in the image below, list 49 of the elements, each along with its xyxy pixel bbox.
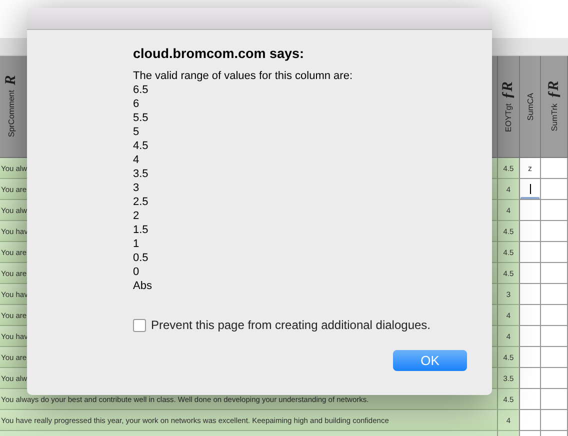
- table-cell: [541, 389, 568, 410]
- range-value: 2.5: [133, 195, 150, 209]
- table-cell[interactable]: [520, 389, 541, 410]
- table-cell[interactable]: [520, 284, 541, 305]
- range-value: 4: [133, 153, 140, 167]
- range-value: Abs: [133, 279, 153, 293]
- table-cell: [541, 284, 568, 305]
- table-cell[interactable]: [520, 410, 541, 431]
- column-label: EOYTgt: [504, 104, 513, 132]
- range-value: 3: [133, 181, 140, 195]
- table-cell: [541, 368, 568, 389]
- table-cell[interactable]: [520, 347, 541, 368]
- table-cell[interactable]: [520, 221, 541, 242]
- range-value: 4.5: [133, 139, 150, 153]
- range-value: 6.5: [133, 83, 150, 97]
- checkbox[interactable]: [133, 318, 146, 332]
- table-cell: [541, 347, 568, 368]
- table-cell: [541, 263, 568, 284]
- table-cell: [541, 200, 568, 221]
- range-value: 6: [133, 97, 140, 111]
- table-cell[interactable]: [520, 263, 541, 284]
- table-cell: [541, 410, 568, 431]
- table-cell: [541, 221, 568, 242]
- range-value: 0.5: [133, 251, 150, 265]
- table-cell[interactable]: z: [520, 158, 541, 179]
- table-cell[interactable]: [520, 200, 541, 221]
- table-cell[interactable]: [520, 368, 541, 389]
- column-marker: R: [3, 75, 20, 86]
- column-label: SumCA: [526, 92, 534, 120]
- table-cell[interactable]: [520, 305, 541, 326]
- range-value: 5: [133, 125, 140, 139]
- table-cell[interactable]: [520, 242, 541, 263]
- range-value: 2: [133, 209, 140, 223]
- table-cell: [541, 305, 568, 326]
- column-label: SprComment: [7, 90, 16, 138]
- column-label: SumTrk: [550, 104, 558, 132]
- range-value: 3.5: [133, 167, 150, 181]
- table-cell: [541, 179, 568, 200]
- range-value: 5.5: [133, 111, 150, 125]
- column-marker: ƒR: [500, 81, 517, 99]
- dialog-title: cloud.bromcom.com says:: [133, 46, 306, 61]
- range-value: 1: [133, 237, 140, 251]
- column-marker: ƒR: [546, 81, 562, 99]
- range-value: 0: [133, 265, 140, 279]
- range-value: 1.5: [133, 223, 150, 237]
- table-cell[interactable]: [520, 326, 541, 347]
- dialog-message: The valid range of values for this column are:: [133, 69, 354, 83]
- table-cell: [541, 242, 568, 263]
- table-cell: [541, 326, 568, 347]
